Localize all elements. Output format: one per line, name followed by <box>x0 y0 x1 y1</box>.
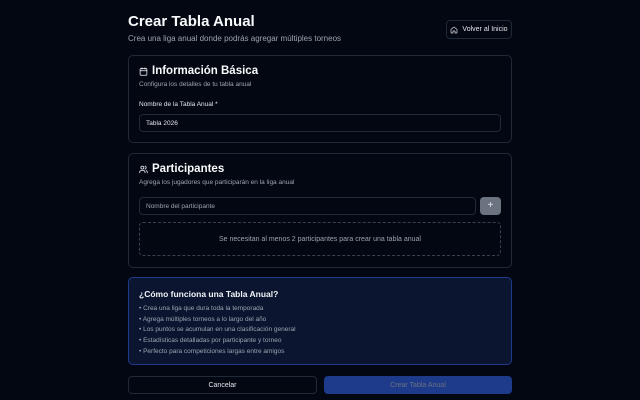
back-to-home-button[interactable]: Volver al Inicio <box>446 20 512 39</box>
participants-title: Participantes <box>139 163 224 175</box>
list-item: • Estadísticas detalladas por participan… <box>139 337 282 345</box>
back-button-label: Volver al Inicio <box>462 26 508 33</box>
participant-name-input[interactable] <box>139 197 476 215</box>
create-table-button[interactable]: Crear Tabla Anual <box>324 376 512 394</box>
how-it-works-list: • Crea una liga que dura toda la tempora… <box>139 304 296 357</box>
cancel-button[interactable]: Cancelar <box>128 376 317 394</box>
how-it-works-title: ¿Cómo funciona una Tabla Anual? <box>139 289 279 299</box>
users-icon <box>139 165 148 173</box>
table-name-input[interactable] <box>139 114 501 132</box>
add-participant-button[interactable]: + <box>480 197 501 215</box>
basic-info-description: Configura los detalles de tu tabla anual <box>139 81 252 88</box>
list-item: • Agrega múltiples torneos a lo largo de… <box>139 315 267 323</box>
participants-empty-state: Se necesitan al menos 2 participantes pa… <box>139 222 501 256</box>
list-item: • Crea una liga que dura toda la tempora… <box>139 305 264 312</box>
basic-info-title-text: Información Básica <box>152 65 259 77</box>
list-item: • Los puntos se acumulan en una clasific… <box>139 326 296 334</box>
empty-state-message: Se necesitan al menos 2 participantes pa… <box>219 235 421 243</box>
basic-info-card: Información Básica Configura los detalle… <box>128 55 512 143</box>
page: Crear Tabla Anual Crea una liga anual do… <box>0 0 640 400</box>
participants-description: Agrega los jugadores que participarán en… <box>139 179 295 186</box>
home-icon <box>451 26 458 33</box>
basic-info-title: Información Básica <box>139 65 258 77</box>
calendar-icon <box>139 66 148 76</box>
list-item: • Perfecto para competiciones largas ent… <box>139 347 285 355</box>
participants-card: Participantes Agrega los jugadores que p… <box>128 153 512 268</box>
page-subtitle: Crea una liga anual donde podrás agregar… <box>128 34 342 43</box>
how-it-works-box: ¿Cómo funciona una Tabla Anual? • Crea u… <box>128 277 512 365</box>
participants-title-text: Participantes <box>152 163 225 175</box>
table-name-label: Nombre de la Tabla Anual * <box>139 101 218 108</box>
page-title: Crear Tabla Anual <box>128 13 255 30</box>
